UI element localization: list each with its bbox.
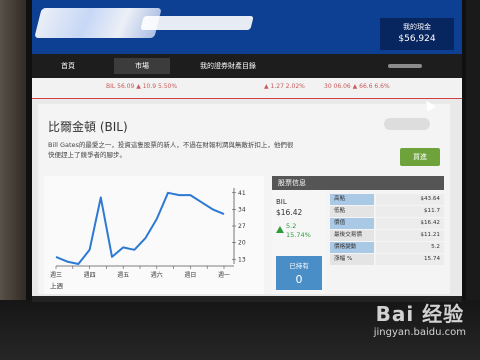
stats-row-value: 價值 $16.42 (330, 218, 444, 229)
game-screen: 我的現金 $56,924 首頁 市場 我的證券財產目錄 BIL 56.09 ▲ … (32, 0, 462, 300)
stat-value: $43.64 (376, 194, 444, 205)
holdings-label: 已持有 (289, 262, 309, 270)
stat-label: 價格變動 (330, 242, 374, 253)
stats-row-last-trade: 最後交易價 $11.21 (330, 230, 444, 241)
tab-home[interactable]: 首頁 (38, 58, 98, 74)
stock-info-panel: 股票信息 BIL $16.42 5.2 15.74% 已持有 0 高點 $43.… (272, 176, 444, 294)
ticker-item: 30 06.06 ▲ 66.6 6.6% (324, 83, 390, 90)
stats-row-gain-pct: 漲幅 % 15.74 (330, 254, 444, 265)
stat-label: 價值 (330, 218, 374, 229)
stat-value: 5.2 (376, 242, 444, 253)
y-tick-label: 27 (238, 223, 246, 230)
y-tick-label: 41 (238, 190, 246, 197)
tab-portfolio[interactable]: 我的證券財產目錄 (178, 58, 278, 74)
y-tick-label: 34 (238, 206, 246, 213)
stat-value: $11.7 (376, 206, 444, 217)
description-line: 快便趕上了競爭者的腳步。 (48, 151, 126, 159)
quote-summary: BIL $16.42 5.2 15.74% 已持有 0 (272, 190, 326, 294)
ticker-item: ▲ 1.27 2.02% (264, 83, 305, 90)
stock-description: Bill Gates的最愛之一，投資這隻股票的新人，不過在財報利潤與無敵折扣上，… (48, 140, 308, 160)
stat-label: 漲幅 % (330, 254, 374, 265)
stat-value: $16.42 (376, 218, 444, 229)
x-tick-label: 週三 (50, 271, 62, 279)
price-chart-svg: 41 34 27 20 13 週三 週四 週五 週六 週日 週一上週 (50, 188, 246, 290)
ticker-strip: BIL 56.09 ▲ 10.9 5.50% ▲ 1.27 2.02% 30 0… (32, 78, 462, 99)
stat-value: $11.21 (376, 230, 444, 241)
info-header: 股票信息 (272, 176, 444, 190)
stat-label: 高點 (330, 194, 374, 205)
holdings-value: 0 (295, 273, 303, 286)
stats-table: 高點 $43.64 低點 $11.7 價值 $16.42 最後交易價 $11.2… (330, 194, 444, 266)
nav-blurred-item (388, 64, 422, 68)
price-line (55, 191, 225, 265)
user-avatar-blurred (384, 118, 430, 130)
brand-logo-stripe (140, 16, 254, 30)
x-tick-label: 週日 (184, 271, 196, 279)
tab-market[interactable]: 市場 (114, 58, 170, 74)
price-change-percent: 15.74% (286, 231, 311, 239)
price-change: 5.2 (286, 222, 297, 230)
cash-value: $56,924 (398, 34, 436, 44)
price-chart: 41 34 27 20 13 週三 週四 週五 週六 週日 週一上週 (44, 176, 264, 294)
chart-period-label: 上週 (50, 281, 64, 290)
stock-title: 比爾金頓 (BIL) (48, 120, 128, 134)
stat-label: 低點 (330, 206, 374, 217)
x-tick-label: 週五 (117, 271, 129, 279)
stats-row-low: 低點 $11.7 (330, 206, 444, 217)
stock-card: 比爾金頓 (BIL) Bill Gates的最愛之一，投資這隻股票的新人，不過在… (38, 104, 450, 294)
cash-label: 我的現金 (403, 23, 431, 31)
stat-value: 15.74 (376, 254, 444, 265)
top-header: 我的現金 $56,924 (32, 0, 462, 54)
stock-symbol: BIL (276, 198, 287, 206)
watermark-url: jingyan.baidu.com (373, 327, 466, 338)
x-tick-label: 週六 (151, 271, 163, 279)
holdings-box: 已持有 0 (276, 256, 322, 290)
up-arrow-icon (276, 226, 284, 233)
stats-row-high: 高點 $43.64 (330, 194, 444, 205)
cash-box: 我的現金 $56,924 (380, 18, 454, 50)
x-tick-label: 週四 (84, 271, 96, 279)
watermark-logo: Bai 经验 (375, 302, 465, 326)
nav-bar: 首頁 市場 我的證券財產目錄 (32, 54, 462, 78)
stats-row-price-change: 價格變動 5.2 (330, 242, 444, 253)
buy-button[interactable]: 買進 (400, 148, 440, 166)
y-tick-label: 20 (238, 240, 246, 247)
y-tick-label: 13 (238, 256, 246, 263)
stat-label: 最後交易價 (330, 230, 374, 241)
watermark: Bai 经验 jingyan.baidu.com (374, 298, 466, 338)
stock-price: $16.42 (276, 208, 303, 217)
ticker-item: BIL 56.09 ▲ 10.9 5.50% (106, 83, 178, 90)
description-line: Bill Gates的最愛之一，投資這隻股票的新人，不過在財報利潤與無敵折扣上，… (48, 141, 294, 149)
x-tick-label: 週一 (218, 271, 230, 279)
